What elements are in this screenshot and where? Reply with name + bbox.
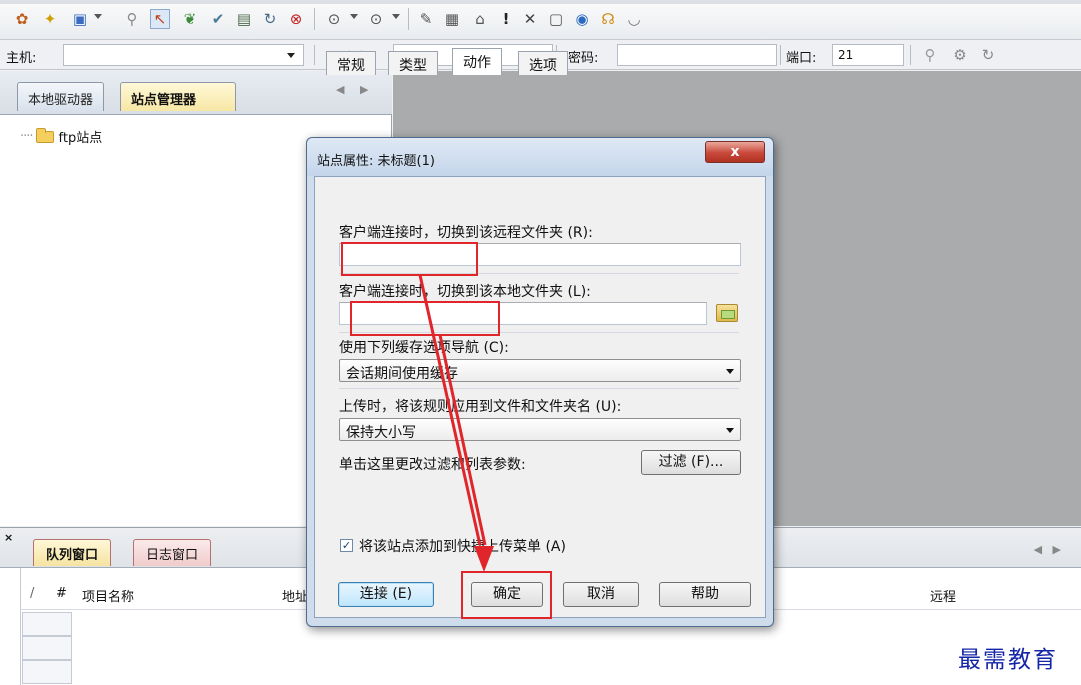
page-icon[interactable]: ▣ [70,9,90,29]
table-row[interactable] [22,612,72,636]
folder-icon [35,127,54,143]
select-icon[interactable]: ↖ [150,9,170,29]
plug-icon[interactable]: ⚲ [122,9,142,29]
tab-actions[interactable]: 动作 [452,48,502,75]
stop-icon[interactable]: ⊗ [286,9,306,29]
menu-strip [0,0,1081,4]
connect-icon[interactable]: ✿ [12,9,32,29]
doc-icon[interactable]: ▢ [546,9,566,29]
chevron-down-icon[interactable] [287,53,295,58]
tree-item-ftp-site[interactable]: ···· ftp站点 [20,127,102,146]
tab-general[interactable]: 常规 [326,51,376,75]
filter-label: 单击这里更改过滤和列表参数: [339,457,526,473]
tab-options[interactable]: 选项 [518,51,568,75]
annotation-box-ok [461,571,552,619]
filter-button[interactable]: 过滤 (F)... [641,450,741,475]
host-label: 主机: [6,51,37,66]
password-input[interactable] [617,44,777,66]
help-button[interactable]: 帮助 [659,582,751,607]
browse-folder-icon[interactable] [716,304,738,322]
refresh-icon[interactable]: ↻ [978,45,998,65]
annotation-box-remote [341,242,478,276]
tab-queue-window[interactable]: 队列窗口 [33,539,112,566]
down-circle-icon[interactable]: ⊙ [366,9,386,29]
table-row[interactable] [22,660,72,684]
close-button[interactable]: x [705,141,765,163]
tab-type[interactable]: 类型 [388,51,438,75]
down-circle-icon[interactable]: ⊙ [324,9,344,29]
cache-select[interactable]: 会话期间使用缓存 [339,359,741,382]
table-row[interactable] [22,636,72,660]
chevron-down-icon [726,369,734,374]
leaf-icon[interactable]: ❦ [180,9,200,29]
col-header-slash[interactable]: / [30,586,34,601]
headphones-icon[interactable]: ☊ [598,9,618,29]
cup-icon[interactable]: ◡ [624,9,644,29]
chevron-left-icon[interactable]: ◀ [336,83,344,96]
chevron-down-icon[interactable] [94,14,102,19]
cache-label: 使用下列缓存选项导航 (C): [339,340,509,356]
annotation-box-local [350,301,500,336]
close-icon[interactable]: × [4,531,13,544]
port-input[interactable]: 21 [832,44,904,66]
cache-select-value: 会话期间使用缓存 [346,366,458,382]
tree-item-label: ftp站点 [58,131,103,146]
quick-upload-label: 将该站点添加到快捷上传菜单 (A) [359,539,566,555]
magic-icon[interactable]: ✦ [40,9,60,29]
settings-icon[interactable]: ⚙ [950,45,970,65]
upload-rule-select[interactable]: 保持大小写 [339,418,741,441]
pager-icon[interactable]: ◀ ▶ [1034,543,1061,556]
drive-icon[interactable]: ▤ [234,9,254,29]
panel-tabbar: 本地驱动器 站点管理器 ◀ ▶ [0,71,392,115]
remote-folder-label: 客户端连接时，切换到该远程文件夹 (R): [339,225,593,241]
delete-icon[interactable]: ✕ [520,9,540,29]
exclamation-icon[interactable]: ! [496,9,516,29]
col-header-remote[interactable]: 远程 [930,586,956,605]
host-input[interactable] [63,44,304,66]
folder-icon[interactable]: ⌂ [470,9,490,29]
col-header-name[interactable]: 项目名称 [82,586,134,605]
password-label: 密码: [568,51,599,66]
chevron-down-icon[interactable] [392,14,400,19]
edit-icon[interactable]: ✎ [416,9,436,29]
chevron-down-icon[interactable] [350,14,358,19]
tab-site-manager[interactable]: 站点管理器 [120,82,236,111]
watermark: 最需教育 [958,647,1058,673]
tab-local-drives[interactable]: 本地驱动器 [17,82,105,111]
plug-icon[interactable]: ⚲ [920,45,940,65]
refresh-icon[interactable]: ↻ [260,9,280,29]
chevron-right-icon[interactable]: ▶ [360,83,368,96]
col-header-number[interactable]: # [56,586,67,601]
quick-upload-checkbox[interactable]: ✓ [340,539,353,552]
cancel-button[interactable]: 取消 [563,582,639,607]
tab-log-window[interactable]: 日志窗口 [133,539,212,566]
main-toolbar: ✿ ✦ ▣ ⚲ ↖ ❦ ✔ ▤ ↻ ⊗ ⊙ ⊙ ✎ ▦ ⌂ ! ✕ ▢ ◉ ☊ … [0,0,1081,40]
local-folder-label: 客户端连接时，切换到该本地文件夹 (L): [339,284,591,300]
port-label: 端口: [786,51,817,66]
col-header-address[interactable]: 地址 [282,586,308,605]
dialog-title: 站点属性: 未标题(1) [317,154,435,169]
check-icon[interactable]: ✔ [208,9,228,29]
upload-rule-select-value: 保持大小写 [346,425,416,441]
bubble-icon[interactable]: ◉ [572,9,592,29]
connect-button[interactable]: 连接 (E) [338,582,434,607]
upload-rule-label: 上传时，将该规则应用到文件和文件夹名 (U): [339,399,622,415]
image-icon[interactable]: ▦ [442,9,462,29]
chevron-down-icon [726,428,734,433]
dialog-titlebar[interactable]: 站点属性: 未标题(1) x [307,138,773,176]
